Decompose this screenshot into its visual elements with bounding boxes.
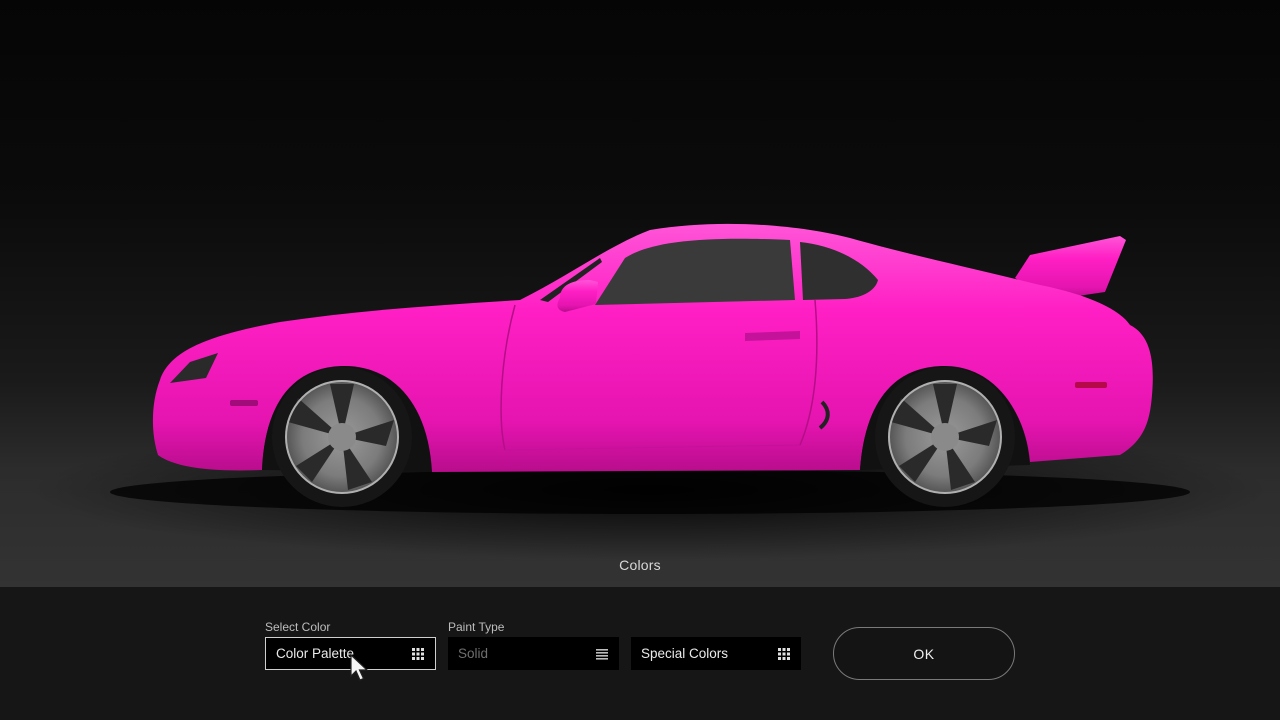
car-viewport: Colors	[0, 0, 1280, 587]
ok-button[interactable]: OK	[833, 627, 1015, 680]
paint-type-label: Paint Type	[448, 620, 505, 634]
front-wheel	[272, 367, 412, 507]
grid-icon	[412, 647, 424, 660]
select-color-label: Select Color	[265, 620, 331, 634]
paint-type-value: Solid	[458, 646, 489, 661]
grid-icon	[778, 647, 790, 660]
mouse-cursor-icon	[350, 654, 369, 681]
rear-wheel	[875, 367, 1015, 507]
car-model	[110, 223, 1190, 514]
color-palette-value: Color Palette	[276, 646, 355, 661]
special-colors-value: Special Colors	[641, 646, 729, 661]
special-colors-selector[interactable]: Special Colors	[631, 637, 801, 670]
paint-control-bar: Select Color Paint Type Color Palette So…	[0, 587, 1280, 720]
list-icon	[596, 648, 608, 660]
paint-type-selector[interactable]: Solid	[448, 637, 619, 670]
screen-title: Colors	[619, 557, 661, 573]
